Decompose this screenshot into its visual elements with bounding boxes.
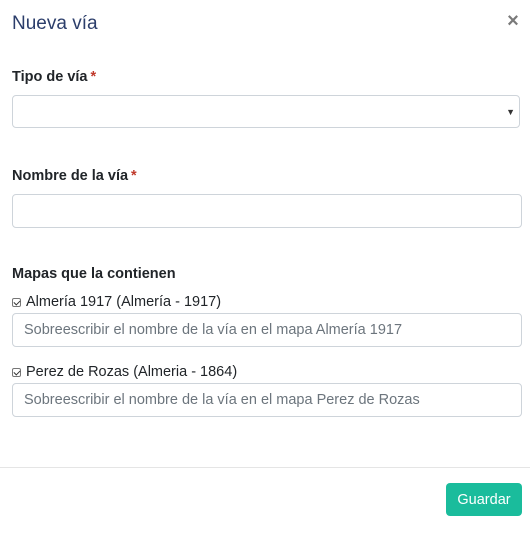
required-mark: * [131,168,137,184]
close-icon[interactable]: × [504,10,522,32]
tipo-de-via-label-text: Tipo de vía [12,69,88,85]
map-checkbox-almeria-1917[interactable] [12,297,21,307]
nombre-de-la-via-label-text: Nombre de la vía [12,168,129,184]
required-mark: * [90,69,97,85]
map-checkbox-perez-de-rozas[interactable] [12,367,21,377]
nombre-de-la-via-input[interactable] [12,194,522,228]
map-label-almeria-1917: Almería 1917 (Almería - 1917) [26,294,222,310]
nombre-de-la-via-label: Nombre de la vía * [12,167,137,185]
tipo-de-via-select[interactable]: ▼ [12,95,520,128]
save-button[interactable]: Guardar [446,483,522,516]
map-item-almeria-1917: Almería 1917 (Almería - 1917) [12,293,221,311]
chevron-down-icon: ▼ [506,107,515,117]
new-street-modal: Nueva vía × Tipo de vía * ▼ Nombre de la … [0,0,530,540]
map-label-perez-de-rozas: Perez de Rozas (Almeria - 1864) [26,364,238,380]
override-name-input-almeria-1917[interactable] [12,313,522,347]
maps-heading: Mapas que la contienen [12,266,176,282]
map-item-perez-de-rozas: Perez de Rozas (Almeria - 1864) [12,363,237,381]
override-name-input-perez-de-rozas[interactable] [12,383,522,417]
footer-divider [0,467,530,468]
modal-header: Nueva vía × [0,0,530,50]
modal-title: Nueva vía [12,13,98,34]
tipo-de-via-label: Tipo de vía * [12,68,96,86]
